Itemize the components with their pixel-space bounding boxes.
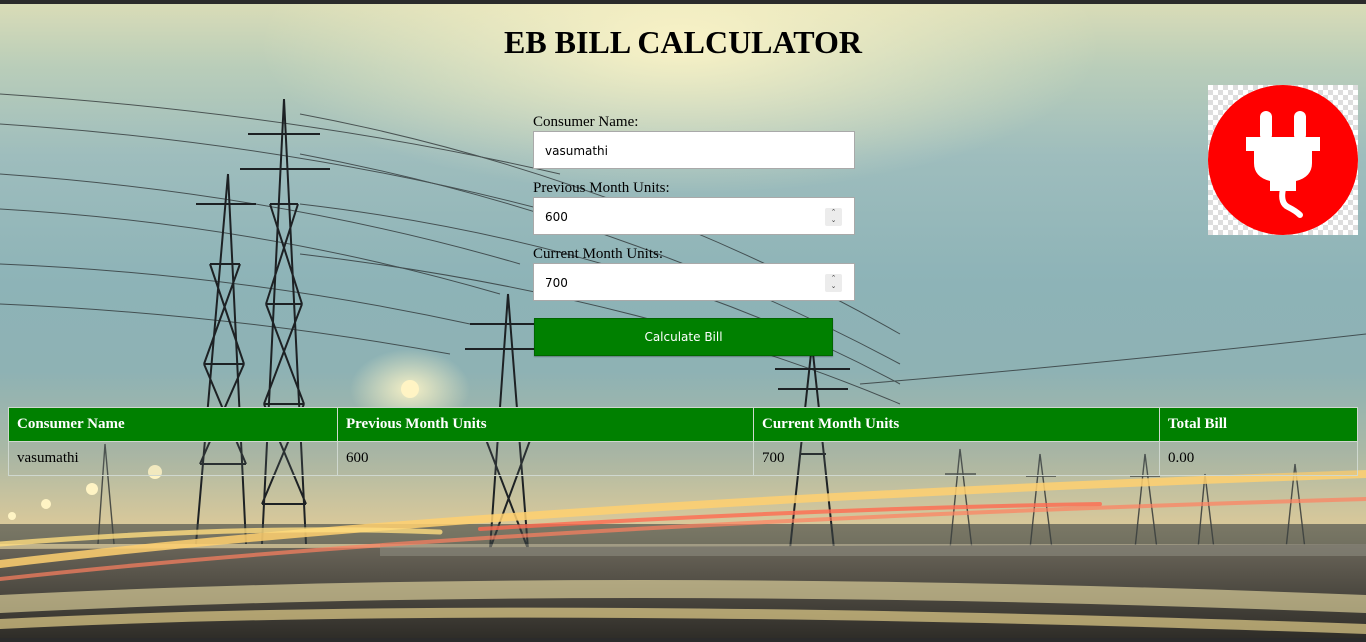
previous-units-label: Previous Month Units:	[533, 180, 670, 196]
power-plug-icon	[1208, 85, 1358, 235]
previous-units-value: 600	[545, 210, 568, 224]
table-header-row: Consumer Name Previous Month Units Curre…	[8, 407, 1358, 442]
cell-total-bill: 0.00	[1159, 441, 1358, 476]
bill-results-table: Consumer Name Previous Month Units Curre…	[8, 407, 1358, 476]
current-units-label: Current Month Units:	[533, 246, 663, 262]
cell-current-units: 700	[753, 441, 1160, 476]
header-previous-units: Previous Month Units	[337, 407, 754, 442]
cell-consumer-name: vasumathi	[8, 441, 338, 476]
calculate-bill-button[interactable]: Calculate Bill	[534, 318, 833, 356]
current-units-value: 700	[545, 276, 568, 290]
previous-units-input[interactable]: 600 ⌃ ⌄	[533, 197, 855, 235]
consumer-name-value: vasumathi	[545, 144, 608, 158]
current-units-spinner-icon[interactable]: ⌃ ⌄	[825, 274, 842, 292]
header-total-bill: Total Bill	[1159, 407, 1358, 442]
header-current-units: Current Month Units	[753, 407, 1160, 442]
cell-previous-units: 600	[337, 441, 754, 476]
window-bottom-border	[0, 638, 1366, 642]
consumer-name-input[interactable]: vasumathi	[533, 131, 855, 169]
bill-form: Consumer Name: vasumathi Previous Month …	[533, 114, 857, 312]
table-row: vasumathi 600 700 0.00	[8, 441, 1358, 476]
consumer-name-label: Consumer Name:	[533, 114, 639, 130]
header-consumer-name: Consumer Name	[8, 407, 338, 442]
page-title: EB BILL CALCULATOR	[503, 24, 863, 60]
previous-units-spinner-icon[interactable]: ⌃ ⌄	[825, 208, 842, 226]
power-plug-logo	[1208, 85, 1358, 235]
current-units-input[interactable]: 700 ⌃ ⌄	[533, 263, 855, 301]
